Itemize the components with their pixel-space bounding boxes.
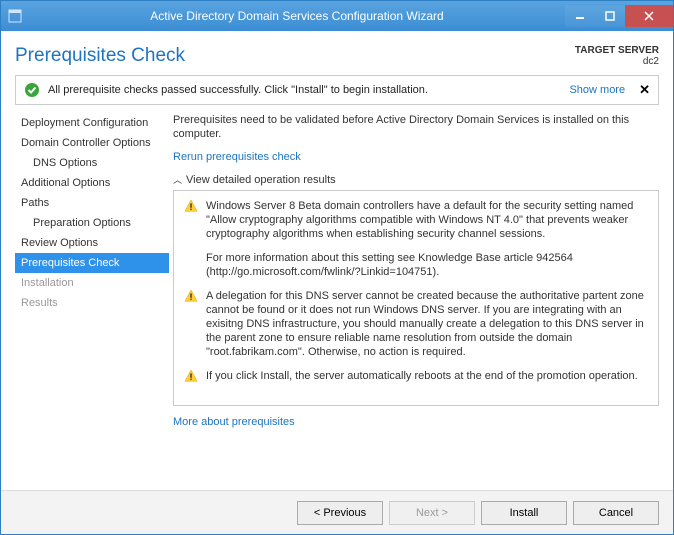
warning-text: If you click Install, the server automat… — [206, 369, 648, 383]
more-about-link[interactable]: More about prerequisites — [173, 416, 659, 428]
content-area: Prerequisites Check TARGET SERVER dc2 Al… — [1, 31, 673, 490]
status-close-button[interactable]: ✕ — [639, 82, 650, 98]
target-server-label: TARGET SERVER — [575, 45, 659, 56]
main-panel: Prerequisites need to be validated befor… — [173, 113, 659, 490]
warning-item: If you click Install, the server automat… — [184, 369, 648, 383]
rerun-link[interactable]: Rerun prerequisites check — [173, 151, 659, 163]
warning-icon — [184, 199, 198, 213]
sidebar-item[interactable]: Review Options — [15, 233, 169, 253]
window-title: Active Directory Domain Services Configu… — [29, 9, 565, 23]
warning-text: A delegation for this DNS server cannot … — [206, 289, 648, 359]
warning-icon — [184, 289, 198, 303]
sidebar-item[interactable]: Deployment Configuration — [15, 113, 169, 133]
minimize-button[interactable] — [565, 5, 595, 27]
sidebar-item: Results — [15, 293, 169, 313]
warning-text: Windows Server 8 Beta domain controllers… — [206, 199, 648, 279]
view-results-label: View detailed operation results — [186, 174, 336, 186]
page-title: Prerequisites Check — [15, 45, 185, 67]
app-icon — [1, 8, 29, 24]
maximize-button[interactable] — [595, 5, 625, 27]
previous-button[interactable]: < Previous — [297, 501, 383, 525]
sidebar: Deployment ConfigurationDomain Controlle… — [15, 113, 173, 490]
body-row: Deployment ConfigurationDomain Controlle… — [15, 113, 659, 490]
status-message: All prerequisite checks passed successfu… — [48, 84, 561, 96]
view-results-toggle[interactable]: ︿ View detailed operation results — [173, 173, 659, 186]
titlebar: Active Directory Domain Services Configu… — [1, 1, 673, 31]
sidebar-item[interactable]: Additional Options — [15, 173, 169, 193]
next-button: Next > — [389, 501, 475, 525]
warning-icon — [184, 369, 198, 383]
warning-item: Windows Server 8 Beta domain controllers… — [184, 199, 648, 279]
success-icon — [24, 82, 40, 98]
install-button[interactable]: Install — [481, 501, 567, 525]
sidebar-item[interactable]: Preparation Options — [15, 213, 169, 233]
window-controls — [565, 5, 673, 27]
intro-text: Prerequisites need to be validated befor… — [173, 113, 659, 141]
footer: < Previous Next > Install Cancel — [1, 490, 673, 534]
sidebar-item[interactable]: Domain Controller Options — [15, 133, 169, 153]
show-more-link[interactable]: Show more — [569, 84, 625, 96]
chevron-up-icon: ︿ — [173, 175, 182, 185]
close-button[interactable] — [625, 5, 673, 27]
target-server: TARGET SERVER dc2 — [575, 45, 659, 67]
warning-item: A delegation for this DNS server cannot … — [184, 289, 648, 359]
header-row: Prerequisites Check TARGET SERVER dc2 — [15, 41, 659, 75]
results-box: Windows Server 8 Beta domain controllers… — [173, 190, 659, 406]
cancel-button[interactable]: Cancel — [573, 501, 659, 525]
sidebar-item[interactable]: Paths — [15, 193, 169, 213]
sidebar-item[interactable]: DNS Options — [15, 153, 169, 173]
sidebar-item[interactable]: Prerequisites Check — [15, 253, 169, 273]
status-bar: All prerequisite checks passed successfu… — [15, 75, 659, 105]
target-server-value: dc2 — [575, 56, 659, 67]
sidebar-item: Installation — [15, 273, 169, 293]
